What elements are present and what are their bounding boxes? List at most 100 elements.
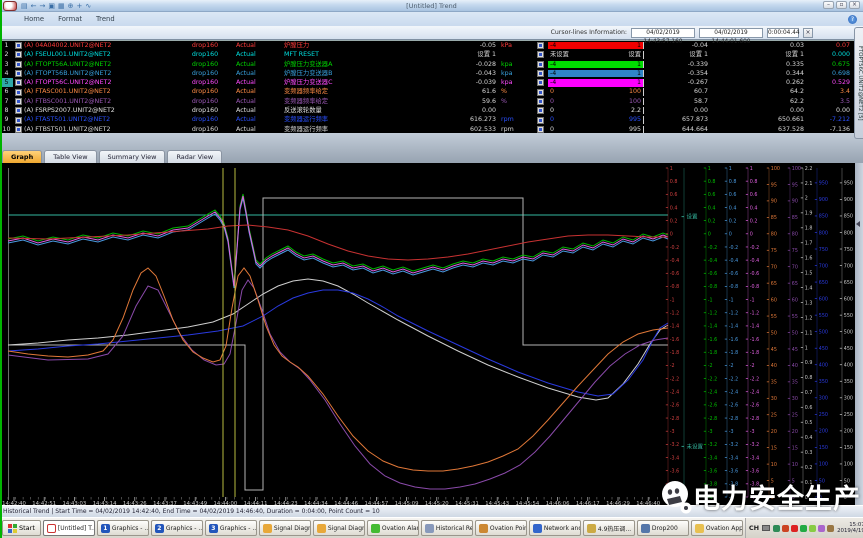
row-trend-checkbox[interactable] xyxy=(13,87,24,96)
series-pressure-b xyxy=(8,198,668,288)
point-value: -0.028 xyxy=(432,60,496,69)
tab-graph[interactable]: Graph xyxy=(2,150,42,163)
cursor-delta-field[interactable]: 0:00:04.44 xyxy=(767,28,799,38)
row-scale-checkbox[interactable] xyxy=(532,115,548,124)
tray-icon[interactable] xyxy=(827,525,834,532)
point-row[interactable]: 4(A) FTOPT56B.UNIT2@NET2drop160Actual炉膛压… xyxy=(0,69,863,78)
tray-icon[interactable] xyxy=(818,525,825,532)
taskbar-item-label: Network and... xyxy=(544,525,581,532)
chart-right-splitter[interactable] xyxy=(855,163,863,505)
point-row[interactable]: 3(A) FTOPT56A.UNIT2@NET2drop160Actual炉膛压… xyxy=(0,60,863,69)
taskbar-item[interactable]: Historical Re... xyxy=(421,520,473,536)
cursor1-value: 60.7 xyxy=(644,87,708,96)
window-title: [Untitled] Trend xyxy=(0,2,863,10)
menu-home[interactable]: Home xyxy=(24,15,44,23)
tray-icon[interactable] xyxy=(782,525,789,532)
row-trend-checkbox[interactable] xyxy=(13,78,24,87)
point-description: 变频器频率给定 xyxy=(284,97,432,106)
minimize-button[interactable]: – xyxy=(823,1,834,9)
row-scale-checkbox[interactable] xyxy=(532,69,548,78)
axis-tick-label-run-freq-a: 450 xyxy=(819,346,828,352)
axis-tick-label-freq-set-b: 90 xyxy=(792,199,798,205)
cursor-close-button[interactable]: × xyxy=(803,28,813,38)
row-scale-checkbox[interactable] xyxy=(532,60,548,69)
menu-format[interactable]: Format xyxy=(58,15,82,23)
printer-icon[interactable] xyxy=(762,525,770,531)
cursor2-time-field[interactable]: 04/02/2019 14:44:01.600 xyxy=(699,28,763,38)
signal-diagram-icon xyxy=(263,524,272,533)
row-scale-checkbox[interactable] xyxy=(532,97,548,106)
row-trend-checkbox[interactable] xyxy=(13,97,24,106)
tray-icon[interactable] xyxy=(773,525,780,532)
axis-tick-label-pressure-c: 0 xyxy=(750,232,753,238)
point-row[interactable]: 2(A) FSEUL001.UNIT2@NET2drop160ActualMFT… xyxy=(0,50,863,59)
row-scale-checkbox[interactable] xyxy=(532,50,548,59)
point-icon xyxy=(479,524,488,533)
point-side-tab[interactable]: FTOPT56C.UNIT2@NET2 [5] xyxy=(854,27,863,139)
language-indicator[interactable]: CH xyxy=(749,524,759,532)
row-trend-checkbox[interactable] xyxy=(13,50,24,59)
menu-trend[interactable]: Trend xyxy=(96,15,115,23)
axis-tick-label-furnace-pressure: -0.2 xyxy=(670,245,679,251)
row-scale-checkbox[interactable] xyxy=(532,87,548,96)
row-scale-checkbox[interactable] xyxy=(532,78,548,87)
row-trend-checkbox[interactable] xyxy=(13,60,24,69)
row-trend-checkbox[interactable] xyxy=(13,69,24,78)
taskbar-item[interactable]: Signal Diagra... xyxy=(313,520,365,536)
taskbar-item[interactable]: Signal Diagra... xyxy=(259,520,311,536)
point-row[interactable]: 8(A) FSRPS2007.UNIT2@NET2drop160Actual反送… xyxy=(0,106,863,115)
axis-tick-label-freq-set-b: 85 xyxy=(792,215,798,221)
tray-icon[interactable] xyxy=(800,525,807,532)
point-row[interactable]: 7(A) FTBSC001.UNIT2@NET2drop160Actual变频器… xyxy=(0,97,863,106)
taskbar-item[interactable]: Ovation App... xyxy=(691,520,743,536)
taskbar-item[interactable]: Ovation Poin... xyxy=(475,520,527,536)
point-row[interactable]: 9(A) FTAST501.UNIT2@NET2drop160Actual变频器… xyxy=(0,115,863,124)
row-scale-checkbox[interactable] xyxy=(532,41,548,50)
axis-tick-label-freq-set-b: 10 xyxy=(792,462,798,468)
tab-table-view[interactable]: Table View xyxy=(44,150,96,163)
trend-chart-canvas: 14:42:4014:42:5114:43:0314:43:1414:43:26… xyxy=(0,163,863,505)
point-drop: drop160 xyxy=(174,87,236,96)
taskbar-item[interactable]: [Untitled] T... xyxy=(43,520,95,536)
maximize-button[interactable]: ▫ xyxy=(836,1,847,9)
start-button[interactable]: Start xyxy=(2,520,41,536)
mini-trend-icon xyxy=(537,79,544,86)
axis-tick-label-pressure-c: -1 xyxy=(750,297,755,303)
row-scale-checkbox[interactable] xyxy=(532,106,548,115)
tab-summary-view[interactable]: Summary View xyxy=(99,150,166,163)
taskbar-item[interactable]: Network and... xyxy=(529,520,581,536)
taskbar-item-label: Signal Diagra... xyxy=(274,525,311,532)
axis-tick-label-pressure-a: -1.4 xyxy=(708,324,717,330)
axis-tick-label-pressure-c: -3.2 xyxy=(750,442,759,448)
scale-bar: 0995 xyxy=(548,116,644,123)
cursor1-time-field[interactable]: 04/02/2019 14:43:57.160 xyxy=(631,28,695,38)
taskbar-item[interactable]: 3Graphics - ... xyxy=(205,520,257,536)
row-trend-checkbox[interactable] xyxy=(13,106,24,115)
close-button[interactable]: × xyxy=(849,1,860,9)
taskbar-item[interactable]: 1Graphics - ... xyxy=(97,520,149,536)
trend-chart[interactable]: 14:42:4014:42:5114:43:0314:43:1414:43:26… xyxy=(0,163,863,505)
point-unit xyxy=(496,50,532,59)
axis-tick-label-pressure-a: -2.4 xyxy=(708,390,717,396)
tray-icon[interactable] xyxy=(791,525,798,532)
tab-radar-view[interactable]: Radar View xyxy=(167,150,222,163)
point-row[interactable]: 5(A) FTOPT56C.UNIT2@NET2drop160Actual炉膛压… xyxy=(0,78,863,87)
row-trend-checkbox[interactable] xyxy=(13,115,24,124)
point-drop: drop160 xyxy=(174,97,236,106)
axis-tick-label-run-freq-b: 850 xyxy=(844,214,853,220)
axis-tick-label-furnace-pressure: -3.6 xyxy=(670,468,679,474)
axis-tick-label-pressure-a: -0.8 xyxy=(708,284,717,290)
axis-tick-label-pressure-a: 1 xyxy=(708,166,711,172)
cursor2-value: 0.262 xyxy=(708,78,804,87)
tray-icon[interactable] xyxy=(809,525,816,532)
help-icon[interactable]: ? xyxy=(848,15,857,24)
axis-tick-label-pressure-a: -1.2 xyxy=(708,311,717,317)
taskbar-item[interactable]: Ovation Alar... xyxy=(367,520,419,536)
axis-tick-label-counter: 1.8 xyxy=(805,226,813,232)
taskbar-item[interactable]: Drop200 xyxy=(637,520,689,536)
taskbar-item[interactable]: 4.9热压调... xyxy=(583,520,635,536)
scale-bar: 0100 xyxy=(548,98,644,105)
row-trend-checkbox[interactable] xyxy=(13,41,24,50)
point-row[interactable]: 6(A) FTASC001.UNIT2@NET2drop160Actual变频器… xyxy=(0,87,863,96)
taskbar-item[interactable]: 2Graphics - ... xyxy=(151,520,203,536)
